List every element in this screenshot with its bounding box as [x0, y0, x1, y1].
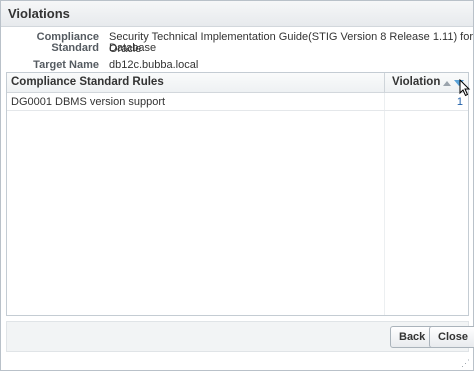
column-divider: [384, 73, 385, 93]
dialog-titlebar: Violations ✕: [1, 1, 473, 27]
table-row[interactable]: DG0001 DBMS version support 1: [7, 94, 468, 111]
dialog-footer: Back Close: [6, 321, 474, 352]
column-divider-body: [384, 93, 385, 315]
rule-cell: DG0001 DBMS version support: [11, 96, 166, 108]
back-button[interactable]: Back: [390, 326, 435, 348]
violations-dialog: Violations ✕ Compliance Standard Securit…: [0, 0, 474, 371]
violations-table: Compliance Standard Rules Violation C DG…: [6, 72, 471, 316]
sort-ascending-icon[interactable]: [443, 81, 451, 86]
compliance-standard-value-line1: Security Technical Implementation Guide(…: [109, 31, 473, 55]
target-name-label: Target Name: [33, 59, 99, 71]
violation-count-link[interactable]: 1: [457, 96, 463, 108]
column-header-rules[interactable]: Compliance Standard Rules: [11, 76, 164, 88]
dialog-title: Violations: [8, 6, 70, 21]
target-name-value: db12c.bubba.local: [109, 59, 199, 71]
table-header: Compliance Standard Rules Violation C: [7, 73, 471, 97]
resize-grip-icon[interactable]: ⋰: [461, 358, 471, 368]
compliance-standard-value-line2: Database: [109, 42, 157, 54]
column-header-violations[interactable]: Violation C: [392, 76, 442, 88]
close-button[interactable]: Close: [429, 326, 474, 348]
compliance-standard-label-line2: Standard: [51, 42, 99, 54]
